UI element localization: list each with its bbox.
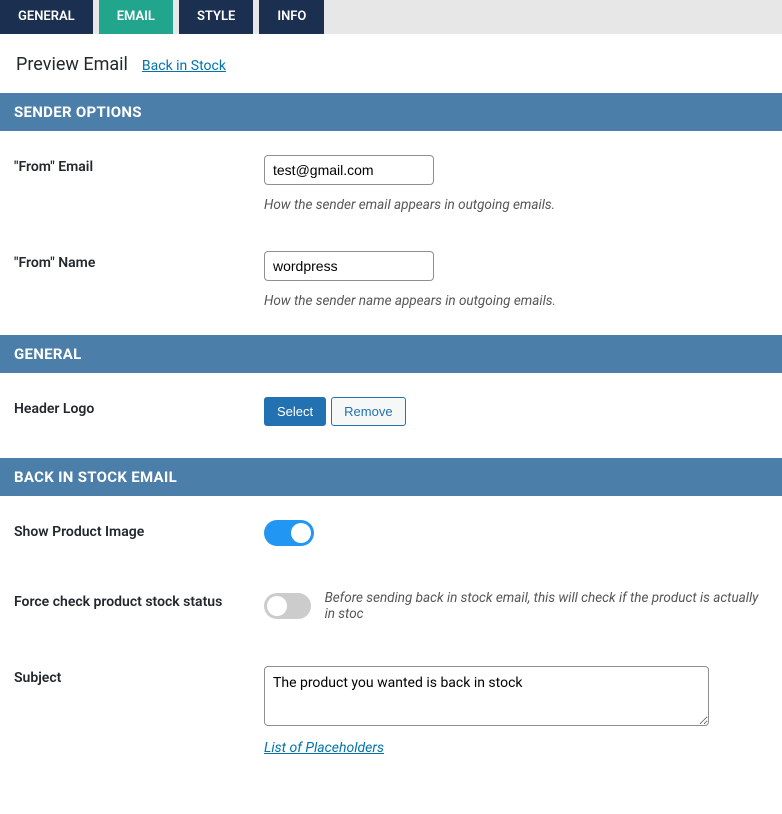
from-name-row: "From" Name How the sender name appears … <box>0 227 782 323</box>
section-sender-options: SENDER OPTIONS <box>0 93 782 131</box>
show-product-image-toggle[interactable] <box>264 520 314 546</box>
from-email-help: How the sender email appears in outgoing… <box>264 197 768 213</box>
toggle-knob-icon <box>267 596 287 616</box>
preview-row: Preview Email Back in Stock <box>0 34 782 93</box>
toggle-knob-icon <box>291 523 311 543</box>
force-check-toggle[interactable] <box>264 593 311 619</box>
from-email-label: "From" Email <box>14 155 264 175</box>
header-logo-row: Header Logo Select Remove <box>0 373 782 446</box>
remove-logo-button[interactable]: Remove <box>331 397 405 426</box>
force-check-help: Before sending back in stock email, this… <box>325 590 768 622</box>
from-name-input[interactable] <box>264 251 434 281</box>
force-check-row: Force check product stock status Before … <box>0 566 782 642</box>
preview-back-in-stock-link[interactable]: Back in Stock <box>142 58 226 74</box>
header-logo-label: Header Logo <box>14 397 264 417</box>
show-product-image-row: Show Product Image <box>0 496 782 566</box>
section-back-in-stock: BACK IN STOCK EMAIL <box>0 458 782 496</box>
from-email-row: "From" Email How the sender email appear… <box>0 131 782 227</box>
tab-style[interactable]: STYLE <box>179 0 253 34</box>
select-logo-button[interactable]: Select <box>264 397 326 426</box>
list-of-placeholders-link[interactable]: List of Placeholders <box>264 740 384 756</box>
preview-title: Preview Email <box>16 54 128 75</box>
tab-bar: GENERAL EMAIL STYLE INFO <box>0 0 782 34</box>
from-name-help: How the sender name appears in outgoing … <box>264 293 768 309</box>
tab-general[interactable]: GENERAL <box>0 0 93 34</box>
subject-row: Subject List of Placeholders <box>0 642 782 756</box>
section-general: GENERAL <box>0 335 782 373</box>
show-product-image-label: Show Product Image <box>14 520 264 540</box>
subject-label: Subject <box>14 666 264 686</box>
force-check-label: Force check product stock status <box>14 590 264 610</box>
tab-email[interactable]: EMAIL <box>99 0 173 34</box>
subject-textarea[interactable] <box>264 666 709 726</box>
from-email-input[interactable] <box>264 155 434 185</box>
tab-info[interactable]: INFO <box>259 0 324 34</box>
from-name-label: "From" Name <box>14 251 264 271</box>
